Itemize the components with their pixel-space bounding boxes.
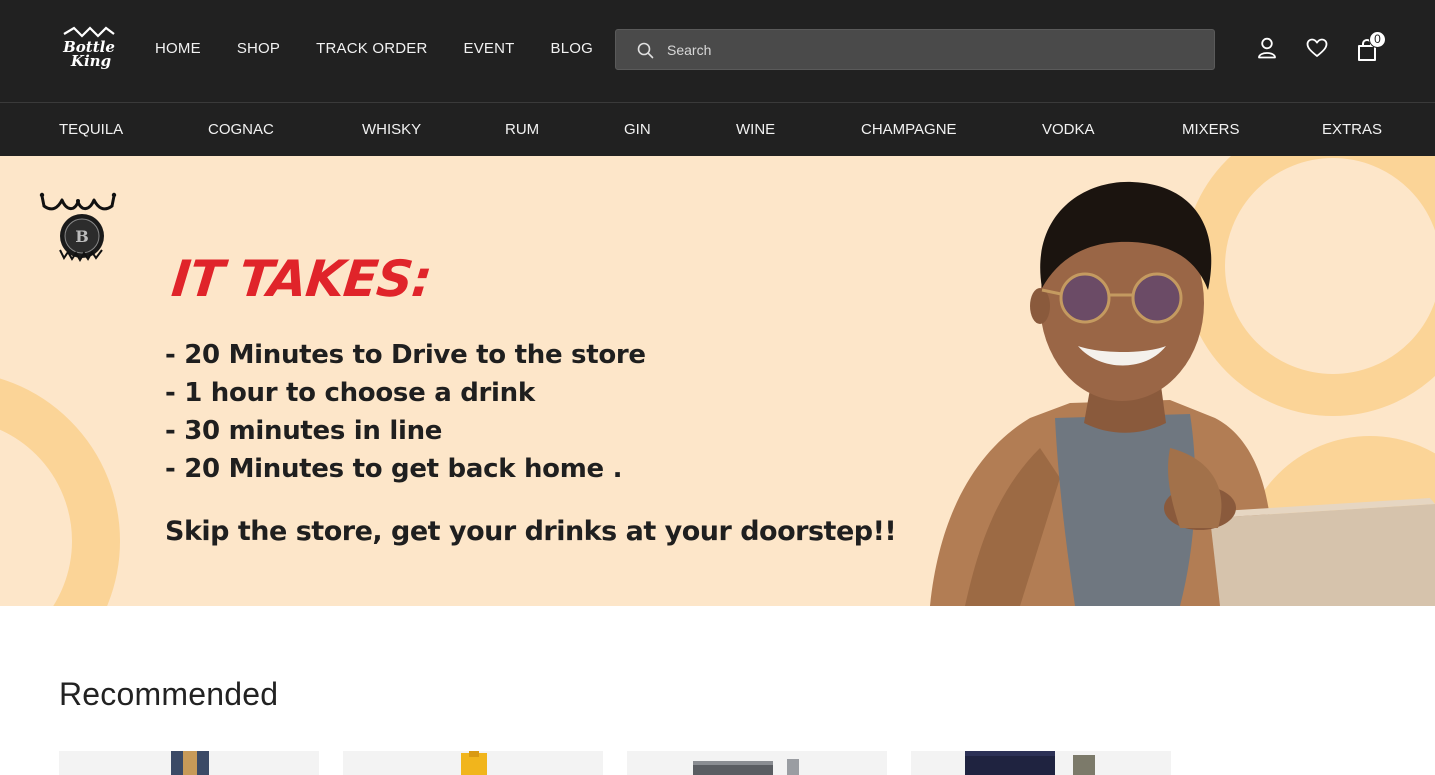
nav-track-order[interactable]: TRACK ORDER <box>316 40 427 57</box>
decorative-ring-left <box>0 371 120 606</box>
banner-reasons-list: - 20 Minutes to Drive to the store - 1 h… <box>165 336 646 488</box>
category-vodka[interactable]: VODKA <box>1042 121 1095 138</box>
product-image <box>461 751 487 775</box>
product-card[interactable] <box>911 751 1171 775</box>
search-input[interactable] <box>667 30 1207 69</box>
heart-icon[interactable] <box>1306 38 1328 58</box>
category-wine[interactable]: WINE <box>736 121 775 138</box>
category-champagne[interactable]: CHAMPAGNE <box>861 121 957 138</box>
hero-banner[interactable]: B IT TAKES: - 20 Minutes to Drive to the… <box>0 156 1435 606</box>
category-cognac[interactable]: COGNAC <box>208 121 274 138</box>
nav-home[interactable]: HOME <box>155 40 201 57</box>
category-nav: TEQUILA COGNAC WHISKY RUM GIN WINE CHAMP… <box>0 102 1435 156</box>
product-image <box>965 751 1095 775</box>
banner-line: - 20 Minutes to get back home . <box>165 454 623 484</box>
delivery-man-image <box>930 181 1435 606</box>
banner-tagline: Skip the store, get your drinks at your … <box>165 516 897 547</box>
product-card[interactable] <box>343 751 603 775</box>
category-gin[interactable]: GIN <box>624 121 651 138</box>
nav-event[interactable]: EVENT <box>464 40 515 57</box>
bottle-king-logo[interactable]: Bottle King <box>60 26 118 70</box>
product-card[interactable] <box>59 751 319 775</box>
banner-line: - 1 hour to choose a drink <box>165 378 535 408</box>
category-extras[interactable]: EXTRAS <box>1322 121 1382 138</box>
cart-count-badge: 0 <box>1369 31 1386 48</box>
search-icon[interactable] <box>637 42 654 59</box>
banner-headline: IT TAKES: <box>168 250 435 308</box>
user-icon[interactable] <box>1257 37 1277 59</box>
product-card[interactable] <box>627 751 887 775</box>
crown-bottlecap-logo: B <box>39 192 117 263</box>
search-bar <box>615 29 1215 70</box>
product-image <box>693 759 799 775</box>
recommended-heading: Recommended <box>59 676 279 712</box>
nav-blog[interactable]: BLOG <box>551 40 593 57</box>
category-tequila[interactable]: TEQUILA <box>59 121 123 138</box>
svg-text:King: King <box>70 52 111 70</box>
svg-text:B: B <box>75 227 89 246</box>
main-nav: HOME SHOP TRACK ORDER EVENT BLOG <box>155 40 629 57</box>
nav-shop[interactable]: SHOP <box>237 40 280 57</box>
banner-line: - 20 Minutes to Drive to the store <box>165 340 646 370</box>
top-header: Bottle King HOME SHOP TRACK ORDER EVENT … <box>0 0 1435 102</box>
banner-line: - 30 minutes in line <box>165 416 443 446</box>
product-image <box>171 751 209 775</box>
category-whisky[interactable]: WHISKY <box>362 121 421 138</box>
category-rum[interactable]: RUM <box>505 121 539 138</box>
category-mixers[interactable]: MIXERS <box>1182 121 1240 138</box>
